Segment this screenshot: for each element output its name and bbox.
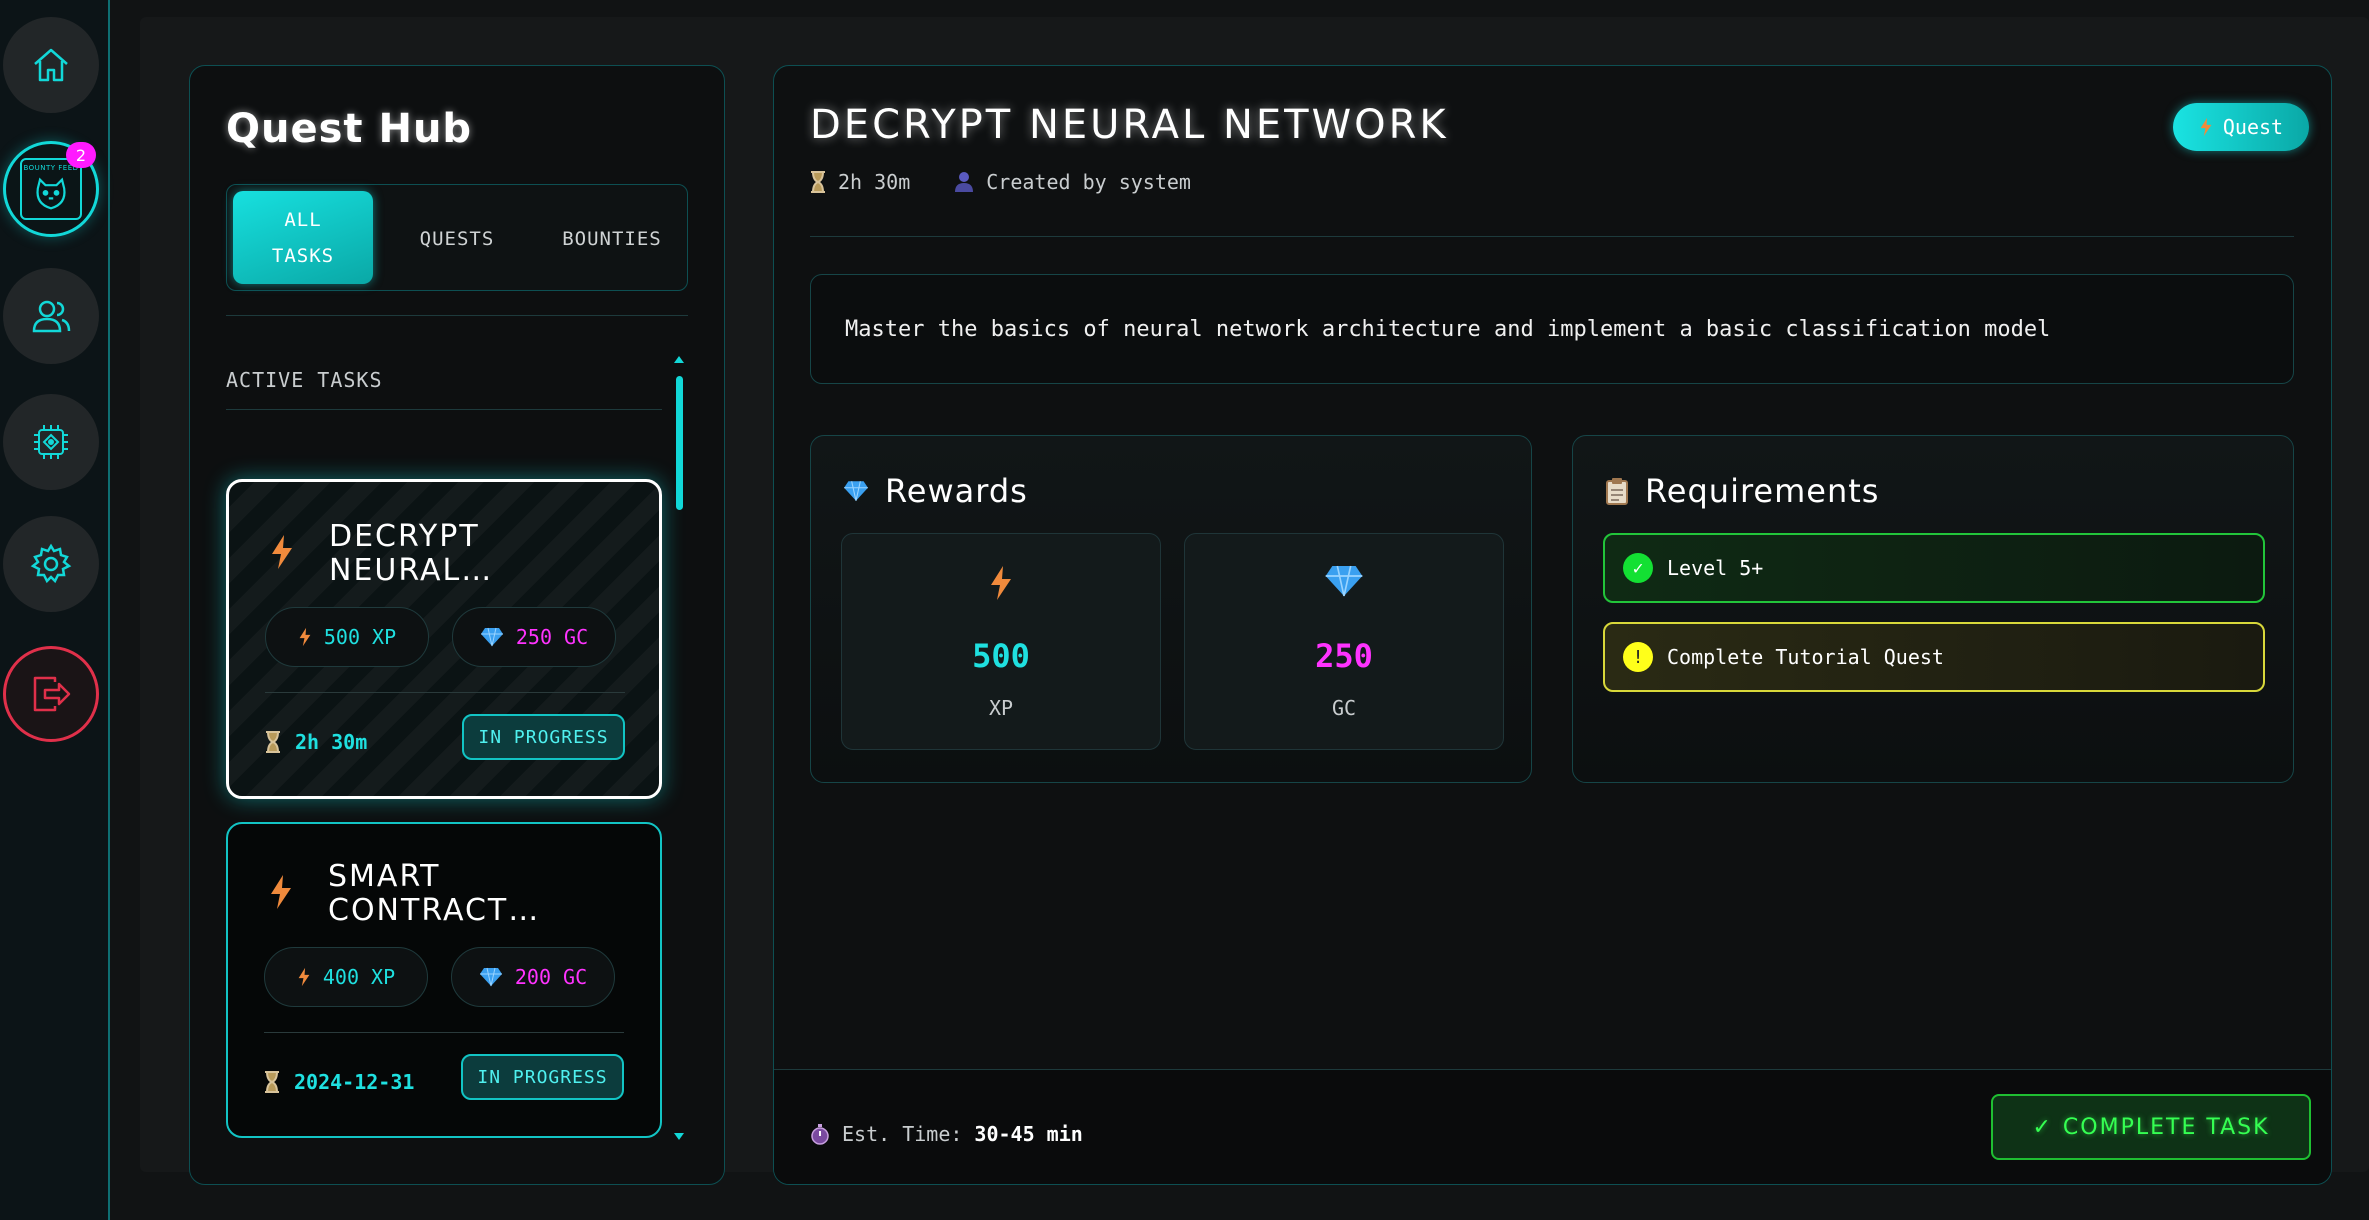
lightning-icon: [299, 627, 311, 647]
task-filter-tabs: ALL TASKS QUESTS BOUNTIES: [226, 184, 688, 291]
gem-icon: [479, 967, 502, 987]
rewards-section: Rewards 500 XP 250 GC: [810, 435, 1532, 783]
xp-unit: XP: [988, 696, 1014, 720]
divider: [226, 409, 662, 410]
quest-hub-panel: Quest Hub ALL TASKS QUESTS BOUNTIES ACTI…: [189, 65, 725, 1185]
nav-home-button[interactable]: [3, 17, 99, 113]
status-badge: IN PROGRESS: [461, 1054, 624, 1100]
scroll-up-arrow[interactable]: [674, 356, 684, 363]
gc-unit: GC: [1331, 696, 1357, 720]
requirements-section: Requirements ✓ Level 5+ ! Complete Tutor…: [1572, 435, 2294, 783]
chip-icon: [34, 425, 68, 459]
lightning-icon: [2200, 117, 2212, 137]
task-card[interactable]: DECRYPT NEURAL… 500 XP 250 GC 2h 30m IN …: [226, 479, 662, 799]
requirements-heading: Requirements: [1605, 472, 1879, 510]
scroll-down-arrow[interactable]: [674, 1133, 684, 1140]
task-deadline: 2024-12-31: [264, 1070, 414, 1094]
tab-quests[interactable]: QUESTS: [387, 185, 527, 292]
hourglass-icon: [265, 1071, 279, 1093]
task-description: Master the basics of neural network arch…: [810, 274, 2294, 384]
bounty-feed-icon: BOUNTY FEED: [20, 158, 82, 220]
user-icon: [955, 172, 974, 192]
nav-users-button[interactable]: [3, 268, 99, 364]
task-meta: 2h 30m Created by system: [810, 170, 1191, 194]
task-footer: Est. Time: 30-45 min ✓ COMPLETE TASK: [774, 1069, 2331, 1184]
task-creator: Created by system: [986, 170, 1191, 194]
hourglass-icon: [811, 171, 825, 193]
divider: [226, 315, 688, 316]
gem-icon: [844, 481, 868, 501]
gc-reward-pill: 250 GC: [452, 607, 616, 667]
hourglass-icon: [266, 731, 280, 753]
task-title: DECRYPT NEURAL…: [329, 519, 494, 588]
gem-icon: [480, 627, 503, 647]
scrollbar-thumb[interactable]: [676, 376, 683, 510]
status-badge: IN PROGRESS: [462, 714, 625, 760]
complete-task-button[interactable]: ✓ COMPLETE TASK: [1991, 1094, 2311, 1160]
divider: [264, 1032, 624, 1033]
xp-reward-pill: 400 XP: [264, 947, 428, 1007]
rewards-heading: Rewards: [843, 472, 1028, 510]
notification-badge: 2: [66, 142, 96, 168]
nav-settings-button[interactable]: [3, 516, 99, 612]
quest-hub-title: Quest Hub: [226, 106, 473, 152]
side-nav: BOUNTY FEED 2: [0, 0, 110, 1220]
task-detail-title: DECRYPT NEURAL NETWORK: [810, 102, 1449, 148]
pending-icon: !: [1623, 642, 1653, 672]
estimated-time-value: 30-45 min: [974, 1122, 1083, 1146]
stopwatch-icon: [811, 1124, 829, 1145]
gc-value: 250: [1315, 637, 1373, 675]
task-type-badge: Quest: [2173, 103, 2309, 151]
lightning-icon: [271, 875, 291, 909]
gc-reward-card: 250 GC: [1184, 533, 1504, 750]
task-detail-panel: DECRYPT NEURAL NETWORK Quest 2h 30m Crea…: [773, 65, 2332, 1185]
xp-reward-pill: 500 XP: [265, 607, 429, 667]
gear-icon: [30, 543, 72, 584]
nav-bounty-feed-button[interactable]: BOUNTY FEED 2: [3, 141, 99, 237]
lightning-icon: [298, 967, 310, 987]
nav-chip-button[interactable]: [3, 394, 99, 490]
logout-icon: [33, 676, 71, 712]
xp-value: 500: [972, 637, 1030, 675]
task-time: 2h 30m: [265, 730, 367, 754]
gc-reward-pill: 200 GC: [451, 947, 615, 1007]
active-tasks-label: ACTIVE TASKS: [226, 368, 383, 392]
check-icon: ✓: [2032, 1114, 2053, 1140]
clipboard-icon: [1606, 478, 1628, 505]
requirement-item: ✓ Level 5+: [1603, 533, 2265, 603]
task-card[interactable]: SMART CONTRACT… 400 XP 200 GC 2024-12-31…: [226, 822, 662, 1138]
estimated-time: Est. Time: 30-45 min: [810, 1122, 1083, 1146]
tab-all-tasks[interactable]: ALL TASKS: [233, 191, 373, 284]
home-icon: [34, 48, 68, 82]
task-title: SMART CONTRACT…: [328, 859, 541, 928]
gem-icon: [1325, 565, 1363, 597]
requirement-item: ! Complete Tutorial Quest: [1603, 622, 2265, 692]
xp-reward-card: 500 XP: [841, 533, 1161, 750]
users-icon: [32, 300, 71, 333]
nav-logout-button[interactable]: [3, 646, 99, 742]
check-icon: ✓: [1623, 553, 1653, 583]
lightning-icon: [991, 566, 1011, 600]
task-duration: 2h 30m: [838, 170, 911, 194]
lightning-icon: [272, 535, 292, 569]
divider: [265, 692, 625, 693]
divider: [810, 236, 2294, 237]
tab-bounties[interactable]: BOUNTIES: [537, 185, 687, 292]
